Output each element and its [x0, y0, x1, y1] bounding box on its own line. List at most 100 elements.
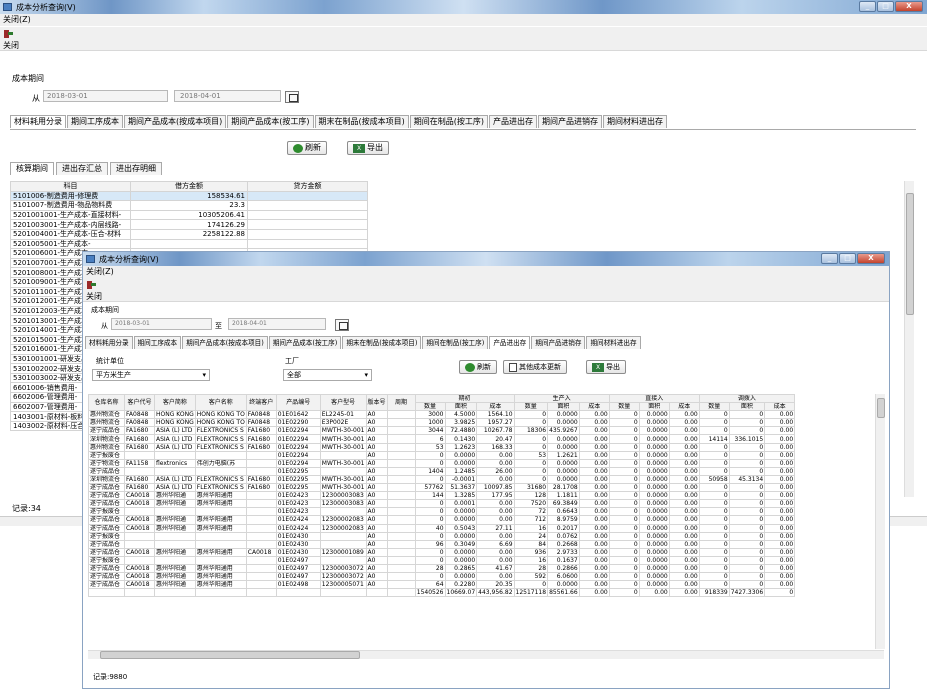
tab-material-usage[interactable]: 材料耗用分录: [85, 336, 133, 349]
to-date-input-2[interactable]: 2018-04-01: [228, 318, 326, 330]
col-subheader[interactable]: 面积: [728, 402, 766, 412]
scroll-thumb[interactable]: [906, 193, 914, 315]
table-row[interactable]: 5101006-制造费用-修理费 158534.61: [10, 190, 368, 202]
table-row[interactable]: 遂宁成品仓 CA0018 惠州华阳通 惠州华阳通用 01E02497 1230000307…: [88, 563, 796, 574]
close-window-button[interactable]: X: [857, 253, 885, 264]
table-row[interactable]: 遂宁成品仓 FA1680 ASIA (L) LTD FLEXTRONICS S FA16…: [88, 426, 796, 436]
table-row[interactable]: 深圳物流仓 FA1680 ASIA (L) LTD FLEXTRONICS S FA16…: [88, 474, 796, 485]
col-subheader[interactable]: 数量: [414, 402, 446, 412]
calendar-icon[interactable]: [285, 91, 299, 103]
table-row[interactable]: 遂宁报废仓 01E02294 A0 0 0.0000 0.00 53 1.2621 0.00 0 0…: [88, 450, 796, 460]
maximize-button[interactable]: □: [877, 1, 894, 12]
col-subheader[interactable]: 数量: [698, 402, 730, 412]
table-row[interactable]: 遂宁成品仓 01E02430 A0 96 0.3049 6.69 84 0.2668 0.00 0…: [88, 539, 796, 549]
col-header[interactable]: 版本号: [365, 393, 388, 412]
col-subheader[interactable]: 成本: [476, 402, 515, 412]
table-row[interactable]: 5201004001-生产成本-压合-材料 2258122.88: [10, 228, 368, 240]
table-row[interactable]: 遂宁成品仓 CA0018 惠州华阳通 惠州华阳通用 01E02497 1230000307…: [88, 572, 796, 582]
col-header[interactable]: 客户型号: [319, 393, 367, 412]
subtab-inout-summary[interactable]: 进出存汇总: [56, 162, 108, 175]
table-row[interactable]: 遂宁成品仓 FA1680 ASIA (L) LTD FLEXTRONICS S FA16…: [88, 483, 796, 493]
col-subheader[interactable]: 面积: [638, 402, 670, 412]
tab-wip-process[interactable]: 期间在制品(按工序): [422, 336, 489, 349]
other-cost-update-button[interactable]: 其他成本更新: [503, 360, 567, 374]
vertical-scrollbar-2[interactable]: [875, 394, 885, 649]
col-subheader[interactable]: 面积: [444, 402, 478, 412]
factory-select[interactable]: 全部: [283, 369, 372, 381]
table-row[interactable]: 5201005001-生产成本-: [10, 238, 368, 250]
export-button-2[interactable]: X 导出: [586, 360, 626, 374]
h-scroll-thumb[interactable]: [100, 651, 360, 659]
tab-material-usage[interactable]: 材料耗用分录: [10, 115, 66, 128]
col-subheader[interactable]: 面积: [547, 402, 580, 412]
close-button[interactable]: 关闭: [3, 40, 19, 51]
col-subheader[interactable]: 成本: [668, 402, 700, 412]
refresh-button[interactable]: 刷新: [287, 141, 327, 155]
tab-product-inout[interactable]: 产品进出存: [489, 115, 537, 128]
from-date-input-2[interactable]: 2018-03-01: [111, 318, 212, 330]
table-row[interactable]: 5201003001-生产成本-内层线路- 174126.29: [10, 219, 368, 230]
col-header[interactable]: 仓库名称: [88, 393, 125, 412]
minimize-button[interactable]: _: [821, 253, 838, 264]
subtab-inout-detail[interactable]: 进出存明细: [110, 162, 162, 175]
col-header[interactable]: 贷方金额: [247, 181, 368, 192]
horizontal-scrollbar[interactable]: [88, 650, 884, 659]
close-icon[interactable]: [86, 280, 96, 290]
to-date-input[interactable]: 2018-04-01: [174, 90, 281, 102]
table-row[interactable]: 遂宁成品仓 CA0018 惠州华阳通 惠州华阳通用 01E02423 1230000308…: [88, 499, 796, 509]
calendar-icon[interactable]: [335, 319, 349, 331]
close-icon[interactable]: [3, 29, 13, 39]
col-subheader[interactable]: 数量: [608, 402, 640, 412]
tab-product-inout[interactable]: 产品进出存: [489, 336, 531, 349]
table-row[interactable]: 遂宁物流仓 FA1158 flextronics 伟创力电脑(苏 01E02294 MWT…: [88, 458, 796, 468]
col-header[interactable]: 产品编号: [275, 393, 321, 412]
tab-product-cost-process[interactable]: 期间产品成本(按工序): [268, 336, 342, 349]
col-subheader[interactable]: 成本: [764, 402, 796, 412]
from-date-input[interactable]: 2018-03-01: [43, 90, 168, 102]
table-row[interactable]: 遂宁报废仓 01E02430 A0 0 0.0000 0.00 24 0.0762 0.00 0 0…: [88, 531, 796, 541]
col-header[interactable]: 终端客户: [245, 393, 277, 412]
col-header[interactable]: 周期: [386, 393, 416, 412]
minimize-button[interactable]: _: [859, 1, 876, 12]
tab-product-inventory[interactable]: 期间产品进销存: [538, 115, 602, 128]
col-header[interactable]: 客户简称: [154, 393, 196, 412]
col-subheader[interactable]: 数量: [513, 402, 549, 412]
table-row[interactable]: 遂宁成品仓 CA0018 惠州华阳通 惠州华阳通用 01E02423 1230000308…: [88, 491, 796, 501]
table-row[interactable]: 惠州物流仓 FA0848 HONG KONG HONG KONG TO FA0848 01…: [88, 418, 796, 428]
tab-wip-process[interactable]: 期间在制品(按工序): [409, 115, 488, 128]
tab-product-cost-process[interactable]: 期间产品成本(按工序): [227, 115, 314, 128]
table-row[interactable]: 遂宁成品仓 CA0018 惠州华阳通 惠州华阳通用 01E02498 1230000507…: [88, 580, 796, 590]
tab-process-cost[interactable]: 期间工序成本: [133, 336, 182, 349]
col-header[interactable]: 客户代号: [124, 393, 155, 412]
vertical-scrollbar[interactable]: [904, 181, 914, 497]
scroll-thumb[interactable]: [877, 398, 885, 418]
table-row[interactable]: 5201001001-生产成本-直接材料- 10305206.41: [10, 209, 368, 221]
col-header[interactable]: 科目: [10, 181, 131, 192]
tab-process-cost[interactable]: 期间工序成本: [67, 115, 123, 128]
tab-product-cost-item[interactable]: 期间产品成本(按成本项目): [124, 115, 227, 128]
table-row[interactable]: 惠州物流仓 FA1680 ASIA (L) LTD FLEXTRONICS S FA16…: [88, 442, 796, 452]
table-row[interactable]: 遂宁报废仓 01E02423 A0 0 0.0000 0.00 72 0.6643 0.00 0 0…: [88, 507, 796, 517]
col-header[interactable]: 借方金额: [130, 181, 248, 192]
table-row[interactable]: 遂宁成品仓 01E02295 A0 1404 1.2485 26.00 0 0.0000 0.0…: [88, 466, 796, 476]
close-window-button[interactable]: X: [895, 1, 923, 12]
tab-material-inout[interactable]: 期间材料进出存: [586, 336, 641, 349]
table-row[interactable]: 遂宁成品仓 CA0018 惠州华阳通 惠州华阳通用 01E02424 1230000208…: [88, 515, 796, 525]
tab-product-inventory[interactable]: 期间产品进销存: [531, 336, 586, 349]
tab-material-inout[interactable]: 期间材料进出存: [603, 115, 667, 128]
subtab-period[interactable]: 核算期间: [10, 162, 54, 175]
maximize-button[interactable]: □: [839, 253, 856, 264]
table-row[interactable]: 遂宁报废仓 01E02497 A0 0 0.0000 0.00 16 0.1637 0.00 0 0…: [88, 555, 796, 565]
tab-wip-item[interactable]: 期末在制品(按成本项目): [342, 336, 422, 349]
col-subheader[interactable]: 成本: [578, 402, 610, 412]
table-row[interactable]: 5101007-制造费用-物品物料费 23.3: [10, 200, 368, 211]
menu-close-2[interactable]: 关闭(Z): [83, 266, 889, 278]
tab-wip-item[interactable]: 期末在制品(按成本项目): [314, 115, 409, 128]
menu-close[interactable]: 关闭(Z): [0, 14, 927, 26]
refresh-button-2[interactable]: 刷新: [459, 360, 497, 374]
col-header[interactable]: 客户名称: [194, 393, 247, 412]
table-row[interactable]: 遂宁成品仓 CA0018 惠州华阳通 惠州华阳通用 01E02424 1230000208…: [88, 523, 796, 533]
unit-select[interactable]: 平方米生产: [92, 369, 210, 381]
close-button-2[interactable]: 关闭: [86, 291, 102, 302]
tab-product-cost-item[interactable]: 期间产品成本(按成本项目): [182, 336, 268, 349]
